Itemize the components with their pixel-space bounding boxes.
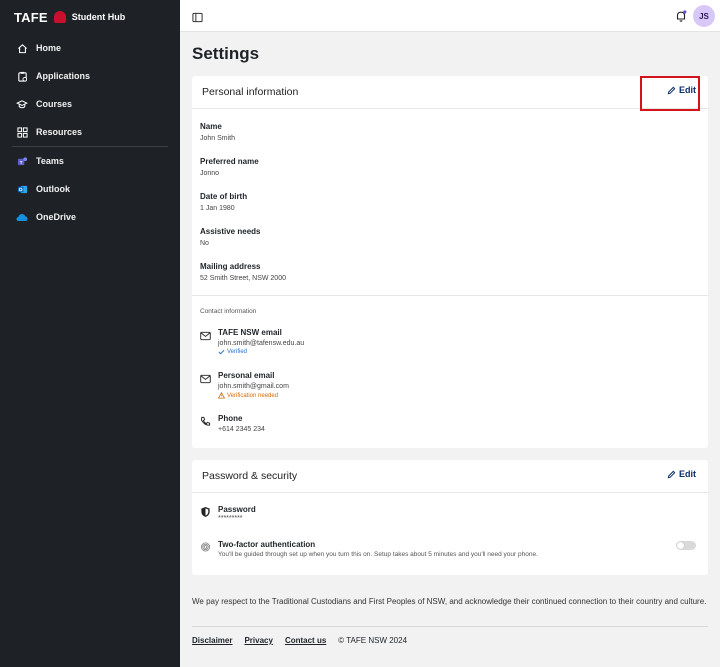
sidebar-item-home[interactable]: Home [0,34,180,62]
contact-personal-email: Personal email john.smith@gmail.com Veri… [200,371,289,399]
pencil-icon [667,470,676,478]
field-value: John Smith [200,135,236,142]
top-bar: JS [180,0,720,32]
contact-value: john.smith@tafensw.edu.au [218,340,305,347]
two-factor-toggle[interactable] [676,541,696,550]
main-content: Settings Personal information Edit Name … [180,32,720,667]
section-divider [192,295,708,296]
field-label: Preferred name [200,157,259,166]
field-date-of-birth: Date of birth 1 Jan 1980 [200,192,247,212]
contact-label: Phone [218,414,243,423]
field-mailing-address: Mailing address 52 Smith Street, NSW 200… [200,262,286,282]
field-assistive-needs: Assistive needs No [200,227,260,247]
sidebar-item-label: Home [36,43,62,53]
sidebar-item-outlook[interactable]: Outlook [0,175,180,203]
clipboard-icon [16,70,28,82]
contact-value: +614 2345 234 [218,426,265,433]
edit-personal-button[interactable]: Edit [667,85,696,95]
fingerprint-icon [200,540,212,552]
check-icon [218,349,225,355]
sidebar-item-label: Teams [36,156,64,166]
field-value: No [200,240,209,247]
field-label: Name [200,122,222,131]
sidebar: TAFE Student Hub Home Applications Cours… [0,0,180,667]
edit-label: Edit [679,469,696,479]
field-label: Date of birth [200,192,248,201]
password-label: Password [218,505,256,514]
field-name: Name John Smith [200,122,235,142]
acknowledgement-text: We pay respect to the Traditional Custod… [192,597,707,606]
card-title: Personal information [202,86,299,98]
contact-tafe-email: TAFE NSW email john.smith@tafensw.edu.au… [200,328,304,355]
two-factor-description: You'll be guided through set up when you… [218,551,538,558]
app-title: Student Hub [71,12,126,22]
contact-caption: Contact information [200,308,257,315]
field-value: 1 Jan 1980 [200,205,235,212]
shield-icon [200,505,212,518]
page-title: Settings [192,44,260,63]
footer-link-privacy[interactable]: Privacy [244,636,272,645]
sidebar-item-label: Resources [36,127,83,137]
teams-icon: T [16,155,28,167]
svg-text:T: T [19,159,22,164]
footer-link-contact-us[interactable]: Contact us [285,636,326,645]
status-text: Verified [227,349,248,355]
field-value: Jonno [200,170,220,177]
home-icon [16,42,28,54]
tafe-logo: TAFE [14,9,48,25]
card-title: Password & security [202,470,298,482]
field-label: Assistive needs [200,227,261,236]
verification-needed-status: Verification needed [218,392,289,399]
password-row: Password ********* [200,505,256,522]
card-header: Password & security Edit [192,460,708,493]
pencil-icon [667,86,676,94]
grid-icon [16,126,28,138]
mail-icon [200,371,212,384]
avatar[interactable]: JS [693,5,715,27]
sidebar-item-label: Outlook [36,184,70,194]
password-value: ********* [218,515,243,522]
field-value: 52 Smith Street, NSW 2000 [200,275,286,282]
brand[interactable]: TAFE Student Hub [14,9,126,25]
two-factor-row: Two-factor authentication You'll be guid… [200,540,538,558]
contact-label: Personal email [218,371,275,380]
outlook-icon [16,183,28,195]
field-preferred-name: Preferred name Jonno [200,157,259,177]
sidebar-item-label: Courses [36,99,73,109]
sidebar-item-resources[interactable]: Resources [0,118,180,146]
contact-phone: Phone +614 2345 234 [200,414,265,433]
field-label: Mailing address [200,262,261,271]
sidebar-item-courses[interactable]: Courses [0,90,180,118]
nsw-logo-icon [53,11,66,23]
sidebar-item-label: OneDrive [36,212,77,222]
sidebar-item-teams[interactable]: T Teams [0,147,180,175]
personal-information-card: Personal information Edit Name John Smit… [192,76,708,448]
warning-icon [218,392,225,399]
copyright: © TAFE NSW 2024 [338,636,408,645]
footer-link-disclaimer[interactable]: Disclaimer [192,636,232,645]
edit-security-button[interactable]: Edit [667,469,696,479]
sidebar-nav: Home Applications Courses Resources T Te [0,34,180,231]
two-factor-label: Two-factor authentication [218,540,316,549]
sidebar-item-applications[interactable]: Applications [0,62,180,90]
password-security-card: Password & security Edit Password ******… [192,460,708,575]
sidebar-item-label: Applications [36,71,91,81]
onedrive-icon [16,211,28,223]
contact-label: TAFE NSW email [218,328,282,337]
sidebar-item-onedrive[interactable]: OneDrive [0,203,180,231]
graduation-cap-icon [16,98,28,110]
notification-bell-icon[interactable] [674,9,688,23]
verified-status: Verified [218,349,304,355]
contact-value: john.smith@gmail.com [218,383,289,390]
phone-icon [200,414,212,426]
sidebar-toggle-icon[interactable] [192,10,204,23]
status-text: Verification needed [227,392,279,399]
edit-label: Edit [679,85,696,95]
mail-icon [200,328,212,341]
footer-divider [192,626,708,627]
footer: Disclaimer Privacy Contact us © TAFE NSW… [192,636,407,645]
card-header: Personal information Edit [192,76,708,111]
